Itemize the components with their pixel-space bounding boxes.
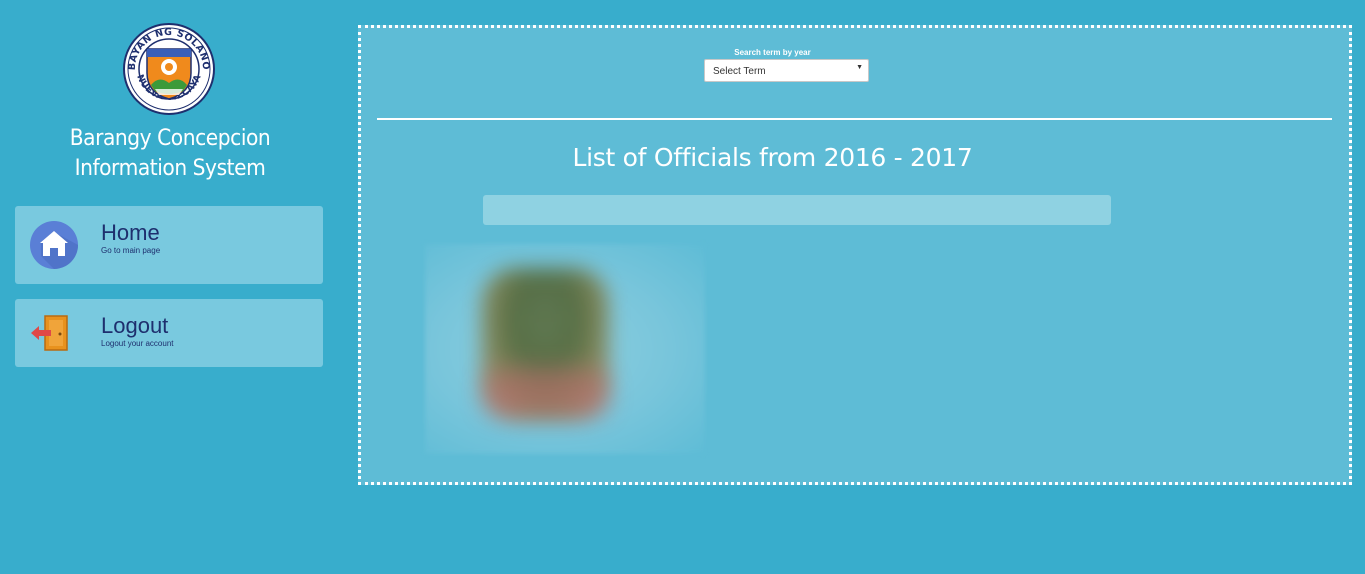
app-title-line2: Information System xyxy=(74,156,266,181)
sidebar: BAYAN NG SOLANO NUEVA VIZCAYA Barangy Co… xyxy=(0,0,340,574)
app-title-line1: Barangy Concepcion xyxy=(69,126,271,151)
divider xyxy=(377,118,1332,120)
term-select-value: Select Term xyxy=(713,66,766,77)
sidebar-item-home-label: Home xyxy=(101,220,160,245)
sidebar-item-home-sublabel: Go to main page xyxy=(101,246,161,255)
municipal-seal-logo: BAYAN NG SOLANO NUEVA VIZCAYA xyxy=(123,23,215,115)
home-icon xyxy=(30,221,78,269)
officials-list-title: List of Officials from 2016 - 2017 xyxy=(572,143,973,172)
term-select-dropdown[interactable]: Select Term ▼ xyxy=(704,59,869,82)
sidebar-item-logout-sublabel: Logout your account xyxy=(101,339,174,348)
officials-panel: Search term by year Select Term ▼ List o… xyxy=(358,25,1352,485)
chevron-down-icon: ▼ xyxy=(856,64,863,71)
search-term-label: Search term by year xyxy=(734,48,811,57)
app-title: Barangy Concepcion Information System xyxy=(14,124,327,184)
sidebar-item-logout-label: Logout xyxy=(101,313,169,338)
official-photo-shirt xyxy=(483,368,609,418)
officials-filter-bar[interactable] xyxy=(483,195,1111,225)
page: BAYAN NG SOLANO NUEVA VIZCAYA Barangy Co… xyxy=(0,0,1365,574)
sidebar-item-logout[interactable]: Logout Logout your account xyxy=(15,299,323,367)
sidebar-item-home[interactable]: Home Go to main page xyxy=(15,206,323,284)
logout-door-icon xyxy=(31,315,68,351)
